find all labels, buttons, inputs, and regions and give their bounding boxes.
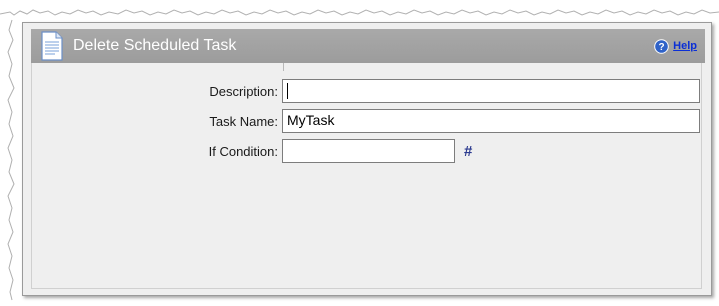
help-button[interactable]: ? Help [654,38,697,54]
text-caret [287,83,288,99]
task-name-input[interactable]: MyTask [282,109,700,133]
if-condition-input[interactable] [282,139,455,163]
torn-edge-left [7,19,15,301]
help-icon[interactable]: ? [654,38,669,54]
document-icon [41,31,63,61]
task-name-row: Task Name: MyTask [23,109,700,133]
help-link[interactable]: Help [673,40,697,52]
svg-text:?: ? [659,42,665,53]
description-input[interactable] [282,79,700,103]
divider-tick [283,63,284,71]
dialog-title: Delete Scheduled Task [73,37,237,54]
if-condition-row: If Condition: # [23,139,472,163]
description-row: Description: [23,79,700,103]
task-name-label: Task Name: [209,113,278,129]
delete-scheduled-task-dialog: Delete Scheduled Task ? Help Description… [22,22,712,296]
if-condition-label: If Condition: [208,143,278,159]
torn-edge-top [0,9,719,16]
description-label: Description: [209,83,278,99]
expression-icon[interactable]: # [464,143,472,160]
dialog-titlebar: Delete Scheduled Task ? Help [31,29,705,63]
